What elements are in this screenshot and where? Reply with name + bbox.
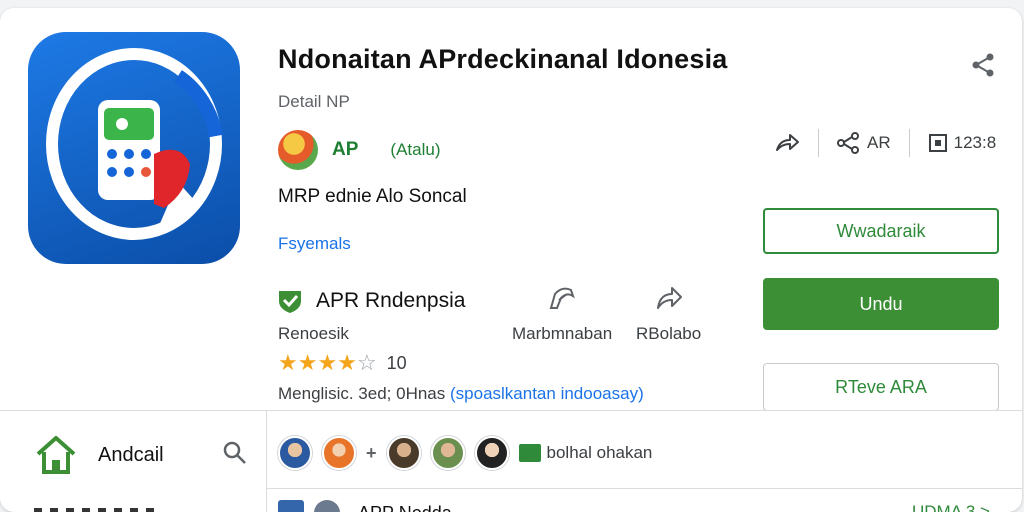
share-arrow-icon xyxy=(776,134,799,151)
share-button[interactable] xyxy=(966,48,1000,82)
app-subtitle: Detail NP xyxy=(278,92,350,111)
row-divider xyxy=(266,488,1022,489)
app-detail-card: Ndonaitan APrdeckinanal Idonesia Detail … xyxy=(0,8,1022,512)
app-tagline: MRP ednie Alo Soncal xyxy=(278,186,467,207)
publisher-row[interactable]: APR Rndenpsia xyxy=(276,288,465,314)
friends-badge-icon xyxy=(518,444,541,462)
avatar xyxy=(430,436,465,470)
nodes-icon xyxy=(837,132,859,154)
star-filled-icon: ★ xyxy=(337,350,357,375)
stat-nodes: AR xyxy=(819,128,909,158)
section-divider xyxy=(0,410,1022,411)
box-icon xyxy=(928,134,947,152)
avatar xyxy=(322,436,356,470)
nav-home[interactable]: Andcail xyxy=(34,434,164,476)
verified-shield-icon xyxy=(279,291,301,313)
avatar xyxy=(474,436,509,470)
app-thumbnail xyxy=(278,500,304,512)
plus-icon: + xyxy=(366,442,377,463)
rating: ★ ★ ★ ★ ☆ 10 xyxy=(278,352,407,374)
publisher-sub: Renoesik xyxy=(278,324,349,343)
search-button[interactable] xyxy=(222,440,248,471)
nav-home-label: Andcail xyxy=(98,443,164,466)
tertiary-button[interactable]: RTeve ARA xyxy=(763,363,999,411)
star-empty-icon: ☆ xyxy=(356,350,377,375)
install-button[interactable]: Undu xyxy=(763,278,999,330)
language-text: Menglisic. 3ed; 0Hnas xyxy=(278,384,446,403)
stat-nodes-text: AR xyxy=(867,133,891,152)
star-filled-icon: ★ xyxy=(297,350,318,375)
star-filled-icon: ★ xyxy=(317,350,338,375)
stat-size-text: 123:8 xyxy=(953,133,997,152)
avatar xyxy=(386,436,421,470)
developer-avatar xyxy=(278,130,318,170)
wishlist-action[interactable]: Marbmnaban xyxy=(512,284,612,344)
stat-strip: AR 123:8 xyxy=(756,128,1014,158)
rating-count: 10 xyxy=(386,352,407,373)
partial-text xyxy=(34,508,154,512)
app-title: Ndonaitan APrdeckinanal Idonesia xyxy=(278,44,728,74)
language-info: Menglisic. 3ed; 0Hnas (spoaslkantan indo… xyxy=(278,384,644,404)
avatar xyxy=(278,436,312,470)
share-action[interactable]: RBolabo xyxy=(636,284,701,344)
see-more-link[interactable]: UDMA 3 > xyxy=(912,502,990,512)
avatar xyxy=(314,500,340,512)
app-category-link[interactable]: Fsyemals xyxy=(278,234,351,254)
developer-meta: (Atalu) xyxy=(390,140,441,159)
star-filled-icon: ★ xyxy=(278,350,298,375)
developer-name[interactable]: AP xyxy=(332,139,358,161)
bottom-app-label: APP Nodda xyxy=(358,503,452,512)
share-icon xyxy=(972,53,994,77)
wishlist-label: Marbmnaban xyxy=(512,324,613,343)
friends-label: bolhal ohakan xyxy=(546,443,653,462)
secondary-button[interactable]: Wwadaraik xyxy=(763,208,999,254)
stat-share[interactable] xyxy=(756,128,818,158)
share-label: RBolabo xyxy=(636,324,702,343)
friends-avatars[interactable]: + bolhal ohakan xyxy=(278,436,652,470)
language-link[interactable]: (spoaslkantan indooasay) xyxy=(450,384,644,403)
search-icon xyxy=(223,441,246,464)
bottom-app-row[interactable]: APP Nodda xyxy=(278,500,452,512)
wishlist-icon xyxy=(549,287,575,309)
home-icon xyxy=(36,436,76,474)
share-icon xyxy=(656,287,682,309)
developer-row[interactable]: AP (Atalu) xyxy=(278,130,440,170)
publisher-name: APR Rndenpsia xyxy=(316,289,466,312)
vertical-divider xyxy=(266,411,267,512)
app-icon xyxy=(28,32,240,264)
stat-size: 123:8 xyxy=(910,128,1015,158)
